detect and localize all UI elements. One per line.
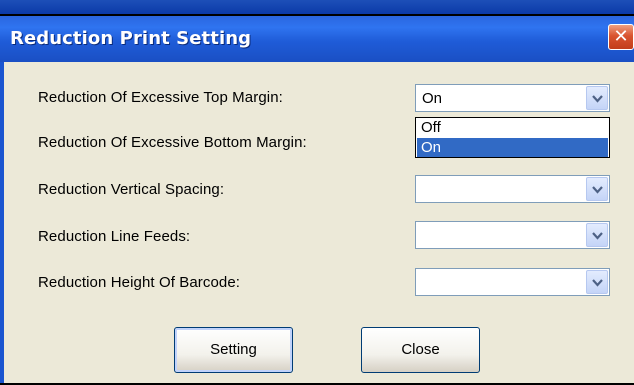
vertical-spacing-select[interactable] [415,175,610,203]
title-bar[interactable]: Reduction Print Setting [0,16,634,62]
chevron-down-icon[interactable] [586,177,608,201]
top-margin-dropdown-list: Off On [415,117,610,158]
window-title: Reduction Print Setting [10,28,252,49]
barcode-height-label: Reduction Height Of Barcode: [38,274,241,291]
barcode-height-select[interactable] [415,268,610,296]
bottom-margin-label: Reduction Of Excessive Bottom Margin: [38,134,307,151]
dropdown-option-on[interactable]: On [417,138,608,157]
line-feeds-label: Reduction Line Feeds: [38,228,191,245]
setting-button[interactable]: Setting [174,327,293,373]
vertical-spacing-label: Reduction Vertical Spacing: [38,181,225,198]
close-window-button[interactable]: ✕ [608,24,634,50]
line-feeds-select[interactable] [415,221,610,249]
chevron-down-icon[interactable] [586,86,608,110]
chevron-down-icon[interactable] [586,223,608,247]
dialog-window: Reduction Print Setting ✕ Reduction Of E… [0,0,634,385]
top-margin-select[interactable]: On [415,84,610,112]
top-strip [0,0,634,14]
chevron-down-icon[interactable] [586,270,608,294]
dropdown-option-off[interactable]: Off [417,118,608,137]
close-button[interactable]: Close [361,327,480,373]
close-icon: ✕ [613,26,629,47]
top-margin-label: Reduction Of Excessive Top Margin: [38,89,283,106]
top-margin-value: On [422,90,443,107]
